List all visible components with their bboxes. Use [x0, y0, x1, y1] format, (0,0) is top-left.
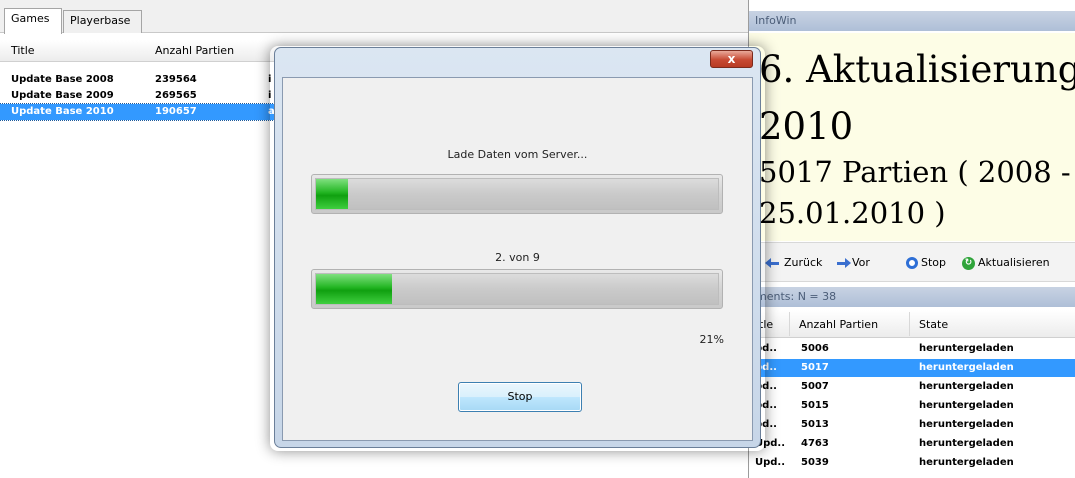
list-item[interactable]: pd.. 5013 heruntergeladen	[749, 416, 1075, 434]
row-count: 190657	[155, 106, 197, 117]
refresh-icon: ↻	[962, 256, 975, 270]
column-header-count[interactable]: Anzahl Partien	[155, 44, 234, 57]
tab-games[interactable]: Games	[4, 8, 62, 34]
dialog-titlebar[interactable]: x	[275, 48, 760, 76]
list-item[interactable]: pd.. 5015 heruntergeladen	[749, 397, 1075, 415]
info-game-count: 5017 Partien ( 2008 -	[759, 155, 1071, 189]
row-count: 269565	[155, 90, 197, 101]
doc-state: heruntergeladen	[919, 362, 1014, 373]
doc-title: Upd..	[755, 457, 786, 468]
list-item[interactable]: Upd.. 4763 heruntergeladen	[749, 435, 1075, 453]
doc-count: 5006	[801, 343, 829, 354]
arrow-right-icon	[835, 258, 851, 268]
back-button[interactable]: Zurück	[765, 256, 823, 272]
refresh-button[interactable]: ↻ Aktualisieren	[962, 256, 1050, 272]
doc-state: heruntergeladen	[919, 419, 1014, 430]
column-header-title[interactable]: Title	[11, 44, 35, 57]
documents-table-header: tle Anzahl Partien State	[749, 310, 1075, 338]
column-separator[interactable]	[789, 312, 790, 336]
forward-label: Vor	[852, 256, 870, 269]
doc-count: 5007	[801, 381, 829, 392]
list-item-selected[interactable]: pd.. 5017 heruntergeladen	[749, 359, 1075, 377]
list-item[interactable]: pd.. 5007 heruntergeladen	[749, 378, 1075, 396]
overall-progress-bar	[311, 269, 723, 309]
info-date: 25.01.2010 )	[759, 196, 946, 230]
stop-icon	[906, 257, 918, 269]
forward-button[interactable]: Vor	[835, 256, 870, 272]
info-heading: 6. Aktualisierung l	[759, 48, 1075, 91]
refresh-label: Aktualisieren	[978, 256, 1050, 269]
doc-state: heruntergeladen	[919, 457, 1014, 468]
progress-track	[315, 178, 719, 210]
percent-label: 21%	[699, 333, 724, 346]
doc-count: 5015	[801, 400, 829, 411]
column-separator[interactable]	[909, 312, 910, 336]
tab-bar: Games Playerbase	[0, 0, 748, 34]
stop-button[interactable]: Stop	[458, 382, 582, 412]
info-nav-toolbar: Zurück Vor Stop ↻ Aktualisieren	[749, 242, 1075, 282]
infowin-title: InfoWin	[749, 11, 1075, 31]
nav-stop-label: Stop	[921, 256, 947, 269]
doc-state: heruntergeladen	[919, 438, 1014, 449]
row-count: 239564	[155, 74, 197, 85]
doc-count: 4763	[801, 438, 829, 449]
column-header-state[interactable]: State	[919, 318, 948, 331]
file-progress-bar	[311, 174, 723, 214]
dialog-body: Lade Daten vom Server... 2. von 9 21% St…	[282, 77, 753, 441]
list-item[interactable]: Upd.. 5039 heruntergeladen	[749, 454, 1075, 472]
doc-state: heruntergeladen	[919, 400, 1014, 411]
close-button[interactable]: x	[710, 50, 753, 68]
row-title: Update Base 2008	[11, 74, 114, 85]
progress-track	[315, 273, 719, 305]
column-header-count[interactable]: Anzahl Partien	[799, 318, 878, 331]
step-counter: 2. von 9	[495, 251, 540, 264]
info-heading-year: 2010	[759, 105, 854, 148]
tab-playerbase[interactable]: Playerbase	[63, 10, 142, 33]
nav-stop-button[interactable]: Stop	[906, 256, 946, 272]
infowin-content: 6. Aktualisierung l 2010 5017 Partien ( …	[749, 33, 1075, 241]
row-title: Update Base 2009	[11, 90, 114, 101]
progress-fill	[316, 179, 349, 209]
row-title: Update Base 2010	[11, 106, 114, 117]
doc-count: 5013	[801, 419, 829, 430]
list-item[interactable]: pd.. 5006 heruntergeladen	[749, 340, 1075, 358]
status-text: Lade Daten vom Server...	[447, 148, 588, 161]
progress-fill	[316, 274, 393, 304]
info-panel: InfoWin 6. Aktualisierung l 2010 5017 Pa…	[748, 0, 1075, 478]
doc-count: 5039	[801, 457, 829, 468]
doc-state: heruntergeladen	[919, 381, 1014, 392]
doc-count: 5017	[801, 362, 829, 373]
documents-title: ments: N = 38	[749, 287, 1075, 307]
download-progress-dialog: x Lade Daten vom Server... 2. von 9 21% …	[274, 47, 761, 448]
back-label: Zurück	[784, 256, 823, 269]
arrow-left-icon	[765, 258, 781, 268]
doc-state: heruntergeladen	[919, 343, 1014, 354]
